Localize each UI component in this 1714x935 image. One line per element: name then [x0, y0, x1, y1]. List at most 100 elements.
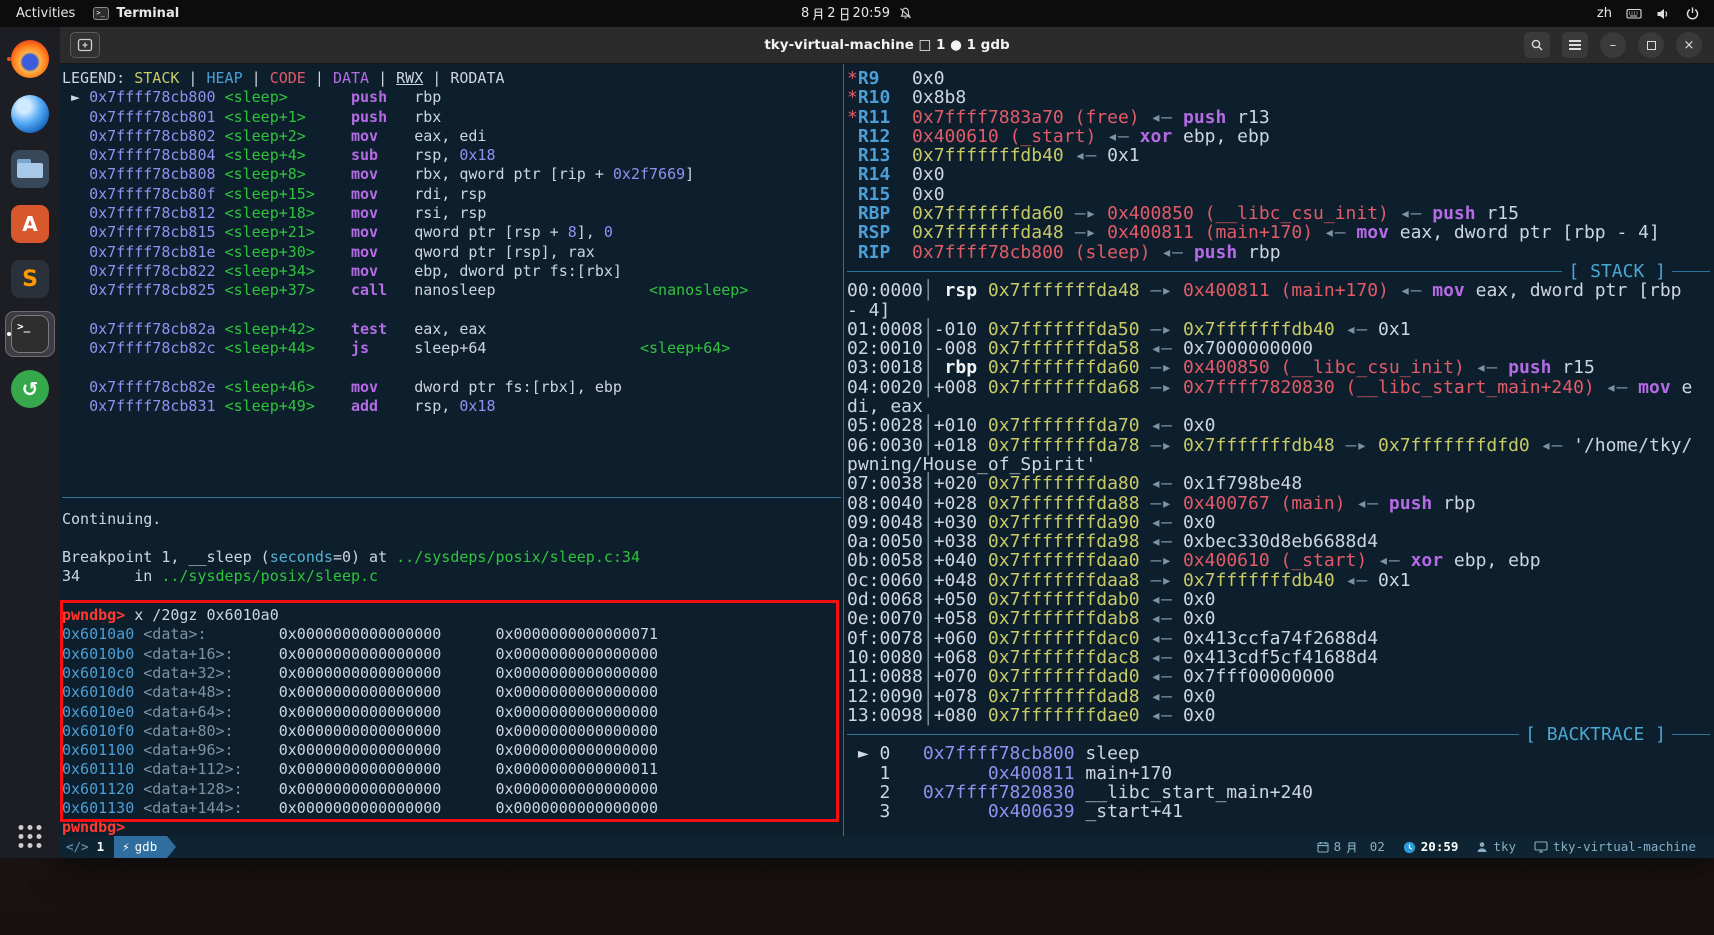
terminal-line: 0x601130 <data+144>: 0x0000000000000000 … — [62, 798, 659, 817]
status-user: tky — [1476, 836, 1516, 858]
terminal-line: pwning/House_of_Spirit' — [847, 453, 1097, 475]
show-applications-button[interactable] — [18, 825, 42, 848]
dock-item-green-app[interactable]: ↺ — [6, 367, 54, 411]
terminal-line: 2 0x7ffff7820830 __libc_start_main+240 — [847, 781, 1314, 803]
terminal-line: LEGEND: STACK | HEAP | CODE | DATA | RWX… — [62, 69, 505, 87]
month-glyph-icon — [1347, 841, 1356, 853]
terminal-window: tky-virtual-machine □ 1 ● 1 gdb – × LEGE… — [60, 27, 1714, 858]
terminal-line: ► 0x7ffff78cb800 <sleep> push rbp — [62, 88, 442, 107]
terminal-line: 3 0x400639 _start+41 — [847, 801, 1183, 823]
terminal-line: 13:0098│+080 0x7fffffffdae0 ◂— 0x0 — [847, 704, 1216, 726]
search-button[interactable] — [1524, 32, 1550, 58]
maximize-icon — [1646, 40, 1656, 50]
stack-section: 00:0000│ rsp 0x7fffffffda48 —▸ 0x400811 … — [847, 281, 1714, 725]
terminal-line: 0x7ffff78cb831 <sleep+49> add rsp, 0x18 — [89, 397, 496, 416]
terminal-line: *R10 0x8b8 — [847, 87, 967, 109]
maximize-button[interactable] — [1638, 32, 1664, 58]
terminal-line: 34 in ../sysdeps/posix/sleep.c — [62, 567, 379, 586]
files-icon — [11, 150, 49, 188]
focused-app-name: Terminal — [116, 6, 180, 21]
dock-item-files[interactable] — [6, 147, 54, 191]
terminal-line: R15 0x0 — [857, 183, 945, 205]
volume-icon[interactable] — [1656, 7, 1671, 21]
power-icon[interactable] — [1685, 6, 1700, 21]
terminal-line: 0d:0068│+050 0x7fffffffdab0 ◂— 0x0 — [847, 589, 1216, 611]
keyboard-icon[interactable] — [1626, 7, 1642, 20]
dock: A S >_ ↺ — [0, 27, 60, 858]
new-tab-icon — [77, 38, 93, 52]
terminal-line: 0x7ffff78cb822 <sleep+34> mov ebp, dword… — [89, 261, 622, 280]
browser-icon — [11, 95, 49, 133]
input-method-indicator[interactable]: zh — [1597, 6, 1612, 21]
terminal-line: RIP 0x7ffff78cb800 (sleep) ◂— push rbp — [857, 241, 1281, 263]
recycle-icon: ↺ — [11, 370, 49, 408]
dock-item-browser[interactable] — [6, 92, 54, 136]
left-pane[interactable]: LEGEND: STACK | HEAP | CODE | DATA | RWX… — [60, 64, 843, 836]
terminal-line: pwndbg> — [62, 818, 135, 836]
terminal-line: 09:0048│+030 0x7fffffffda90 ◂— 0x0 — [847, 511, 1216, 533]
activities-button[interactable]: Activities — [16, 6, 75, 21]
terminal-line: 11:0088│+070 0x7fffffffdad0 ◂— 0x7fff000… — [847, 666, 1335, 688]
terminal-line: 0x6010e0 <data+64>: 0x0000000000000000 0… — [62, 702, 659, 721]
stack-section-title: [ STACK ] — [1568, 260, 1666, 282]
terminal-line: 0x7ffff78cb80f <sleep+15> mov rdi, rsp — [89, 184, 487, 203]
grid-icon — [18, 825, 42, 848]
powerline-arrow — [167, 836, 177, 858]
running-indicator — [7, 332, 11, 336]
month-glyph-icon — [813, 7, 823, 20]
terminal-line: 0x6010a0 <data>: 0x0000000000000000 0x00… — [62, 625, 659, 644]
focused-app-indicator[interactable]: Terminal — [93, 6, 179, 21]
close-button[interactable]: × — [1676, 32, 1702, 58]
stack-section-header: [ STACK ] — [847, 262, 1714, 281]
terminal-line: 12:0090│+078 0x7fffffffdad8 ◂— 0x0 — [847, 685, 1216, 707]
terminal-line: Breakpoint 1, __sleep (seconds=0) at ../… — [62, 548, 640, 567]
ubuntu-software-icon: A — [11, 205, 49, 243]
terminal-line: 0b:0058│+040 0x7fffffffdaa0 —▸ 0x400610 … — [847, 550, 1541, 572]
dock-item-firefox[interactable] — [6, 37, 54, 81]
top-bar: Activities Terminal 8 2 20:59 zh — [0, 0, 1714, 27]
dock-item-terminal[interactable]: >_ — [5, 311, 55, 357]
running-indicator — [7, 57, 11, 61]
terminal-line: Continuing. — [62, 509, 162, 528]
bolt-icon: ⚡ — [122, 839, 130, 854]
clock-time: 20:59 — [852, 6, 891, 21]
context-pane[interactable]: *R9 0x0 *R10 0x8b8 *R11 0x7ffff7883a70 (fr… — [845, 64, 1714, 836]
terminal-line: 0x7ffff78cb815 <sleep+21> mov qword ptr … — [89, 223, 613, 242]
terminal-line: 0x601120 <data+128>: 0x0000000000000000 … — [62, 779, 659, 798]
session-number[interactable]: 1 — [97, 836, 105, 858]
terminal-line: 0x601100 <data+96>: 0x0000000000000000 0… — [62, 741, 659, 760]
minimize-button[interactable]: – — [1600, 32, 1626, 58]
terminal-line: pwndbg> x /20gz 0x6010a0 — [62, 606, 279, 625]
dock-item-sublime[interactable]: S — [6, 257, 54, 301]
menu-button[interactable] — [1562, 32, 1588, 58]
terminal-line: RSP 0x7fffffffda48 —▸ 0x400811 (main+170… — [857, 222, 1660, 244]
new-tab-button[interactable] — [70, 32, 100, 58]
host-icon — [1534, 841, 1548, 853]
dock-item-software[interactable]: A — [6, 202, 54, 246]
terminal-line: 0x7ffff78cb825 <sleep+37> call nanosleep… — [89, 281, 749, 300]
status-time: 20:59 — [1403, 836, 1458, 858]
menu-icon — [1569, 44, 1581, 46]
terminal-line: 0x7ffff78cb81e <sleep+30> mov qword ptr … — [89, 242, 595, 261]
terminal-line: 0e:0070│+058 0x7fffffffdab8 ◂— 0x0 — [847, 608, 1216, 630]
terminal-line: 0x6010d0 <data+48>: 0x0000000000000000 0… — [62, 683, 659, 702]
search-icon — [1531, 39, 1543, 51]
terminal-line: 0c:0060│+048 0x7fffffffdaa8 —▸ 0x7ffffff… — [847, 569, 1411, 591]
terminal-line: ► 0 0x7ffff78cb800 sleep — [847, 743, 1140, 765]
titlebar[interactable]: tky-virtual-machine □ 1 ● 1 gdb – × — [60, 27, 1714, 64]
minimize-icon: – — [1609, 37, 1617, 53]
terminal-line: 0x6010b0 <data+16>: 0x0000000000000000 0… — [62, 644, 659, 663]
terminal-content: LEGEND: STACK | HEAP | CODE | DATA | RWX… — [60, 64, 1714, 836]
terminal-line: 0f:0078│+060 0x7fffffffdac0 ◂— 0x413ccfa… — [847, 627, 1379, 649]
terminal-line: 02:0010│-008 0x7fffffffda58 ◂— 0x7000000… — [847, 338, 1314, 360]
clock-menu-button[interactable]: 8 2 20:59 — [801, 6, 913, 21]
terminal-line: 0x7ffff78cb82c <sleep+44> js sleep+64 <s… — [89, 339, 731, 358]
notifications-muted-icon — [900, 7, 911, 19]
terminal-line: 04:0020│+008 0x7fffffffda68 —▸ 0x7ffff78… — [847, 376, 1693, 398]
